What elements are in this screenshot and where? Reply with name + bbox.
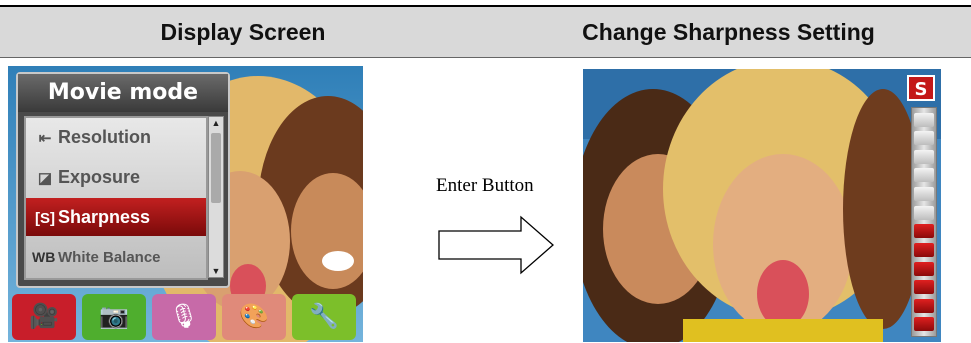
- level-segment: [914, 168, 934, 183]
- table-header: Display Screen Change Sharpness Setting: [0, 7, 971, 58]
- level-segment: [914, 112, 934, 127]
- playback-effects-icon[interactable]: 🎨: [222, 294, 286, 340]
- level-segment: [914, 187, 934, 202]
- mode-bar: 🎥 📷 🎙 🎨 🔧: [8, 290, 363, 342]
- movie-mode-icon[interactable]: 🎥: [12, 294, 76, 340]
- movie-mode-menu: Movie mode ⇤ Resolution ◪ Exposure [S] Shar…: [16, 72, 230, 288]
- level-segment: [914, 205, 934, 220]
- sharpness-icon: [S]: [35, 210, 55, 227]
- exposure-icon: ◪: [37, 170, 53, 187]
- level-segment: [914, 298, 934, 313]
- enter-button-label: Enter Button: [436, 175, 534, 196]
- right-arrow-icon: [438, 215, 554, 275]
- voice-mode-icon[interactable]: 🎙: [152, 294, 216, 340]
- menu-item-label: Exposure: [58, 167, 141, 187]
- scroll-thumb[interactable]: [211, 133, 221, 203]
- menu-item-white-balance[interactable]: WB White Balance: [26, 238, 206, 276]
- sharpness-setting-image: S: [583, 69, 941, 342]
- level-segment: [914, 317, 934, 332]
- white-balance-icon: WB: [32, 249, 56, 265]
- display-screen-image: Movie mode ⇤ Resolution ◪ Exposure [S] Shar…: [8, 66, 363, 342]
- menu-item-sharpness[interactable]: [S] Sharpness: [26, 198, 206, 236]
- change-sharpness-heading: Change Sharpness Setting: [582, 19, 875, 45]
- menu-item-exposure[interactable]: ◪ Exposure: [26, 158, 206, 196]
- display-screen-heading: Display Screen: [160, 19, 326, 45]
- menu-list: ⇤ Resolution ◪ Exposure [S] Sharpness WB Whi…: [24, 116, 208, 280]
- level-segment: [914, 224, 934, 239]
- menu-item-label: Resolution: [58, 127, 151, 147]
- level-segment: [914, 131, 934, 146]
- level-segment: [914, 149, 934, 164]
- level-segment: [914, 261, 934, 276]
- level-segment: [914, 242, 934, 257]
- camera-mode-icon[interactable]: 📷: [82, 294, 146, 340]
- sharpness-level-slider[interactable]: [911, 107, 937, 337]
- photo-background: [583, 69, 941, 342]
- menu-item-resolution[interactable]: ⇤ Resolution: [26, 118, 206, 156]
- level-segment: [914, 280, 934, 295]
- menu-title: Movie mode: [18, 74, 228, 112]
- setup-mode-icon[interactable]: 🔧: [292, 294, 356, 340]
- sharpness-badge-icon: S: [907, 75, 935, 101]
- menu-item-label: White Balance: [58, 249, 161, 266]
- resolution-icon: ⇤: [38, 130, 52, 147]
- scroll-up-arrow-icon[interactable]: ▲: [209, 117, 223, 129]
- menu-scrollbar[interactable]: ▲ ▼: [208, 116, 224, 278]
- scroll-down-arrow-icon[interactable]: ▼: [209, 265, 223, 277]
- menu-item-label: Sharpness: [58, 207, 151, 227]
